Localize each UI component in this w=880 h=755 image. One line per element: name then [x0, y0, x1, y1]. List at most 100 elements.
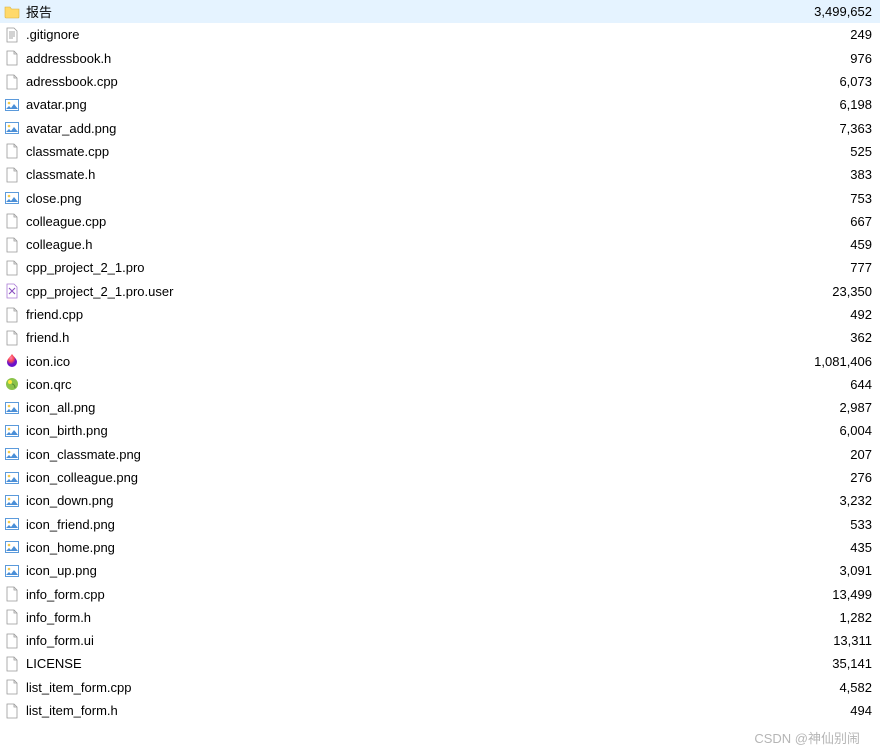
- generic-file-icon: [4, 307, 20, 323]
- file-size: 13,311: [786, 633, 876, 648]
- file-size: 276: [786, 470, 876, 485]
- file-size: 777: [786, 260, 876, 275]
- file-row[interactable]: info_form.h1,282: [0, 606, 880, 629]
- file-size: 6,004: [786, 423, 876, 438]
- file-row[interactable]: icon_colleague.png276: [0, 466, 880, 489]
- file-row[interactable]: icon_all.png2,987: [0, 396, 880, 419]
- file-size: 525: [786, 144, 876, 159]
- file-row[interactable]: info_form.cpp13,499: [0, 582, 880, 605]
- file-row[interactable]: friend.h362: [0, 326, 880, 349]
- generic-file-icon: [4, 679, 20, 695]
- image-file-icon: [4, 400, 20, 416]
- file-size: 3,232: [786, 493, 876, 508]
- generic-file-icon: [4, 74, 20, 90]
- file-size: 976: [786, 51, 876, 66]
- generic-file-icon: [4, 50, 20, 66]
- file-row[interactable]: cpp_project_2_1.pro777: [0, 256, 880, 279]
- watermark-text: CSDN @神仙别闹: [754, 728, 860, 747]
- file-row[interactable]: icon_down.png3,232: [0, 489, 880, 512]
- file-list: 报告3,499,652.gitignore249addressbook.h976…: [0, 0, 880, 722]
- file-row[interactable]: icon_birth.png6,004: [0, 419, 880, 442]
- generic-file-icon: [4, 260, 20, 276]
- file-name: info_form.cpp: [26, 587, 786, 602]
- file-size: 383: [786, 167, 876, 182]
- file-name: friend.h: [26, 330, 786, 345]
- file-row[interactable]: list_item_form.cpp4,582: [0, 676, 880, 699]
- text-file-icon: [4, 27, 20, 43]
- file-name: list_item_form.cpp: [26, 680, 786, 695]
- file-row[interactable]: icon_home.png435: [0, 536, 880, 559]
- file-size: 492: [786, 307, 876, 322]
- generic-file-icon: [4, 143, 20, 159]
- file-name: icon_colleague.png: [26, 470, 786, 485]
- qrc-file-icon: [4, 376, 20, 392]
- ico-file-icon: [4, 353, 20, 369]
- file-row[interactable]: .gitignore249: [0, 23, 880, 46]
- file-name: colleague.h: [26, 237, 786, 252]
- file-name: 报告: [26, 2, 786, 21]
- file-name: cpp_project_2_1.pro.user: [26, 284, 786, 299]
- file-row[interactable]: icon_up.png3,091: [0, 559, 880, 582]
- file-row[interactable]: avatar.png6,198: [0, 93, 880, 116]
- file-name: friend.cpp: [26, 307, 786, 322]
- file-row[interactable]: friend.cpp492: [0, 303, 880, 326]
- file-size: 207: [786, 447, 876, 462]
- image-file-icon: [4, 423, 20, 439]
- generic-file-icon: [4, 586, 20, 602]
- generic-file-icon: [4, 633, 20, 649]
- file-row[interactable]: addressbook.h976: [0, 47, 880, 70]
- file-row[interactable]: list_item_form.h494: [0, 699, 880, 722]
- file-row[interactable]: info_form.ui13,311: [0, 629, 880, 652]
- image-file-icon: [4, 539, 20, 555]
- folder-icon: [4, 4, 20, 20]
- file-size: 494: [786, 703, 876, 718]
- file-row[interactable]: close.png753: [0, 186, 880, 209]
- file-name: icon_friend.png: [26, 517, 786, 532]
- file-name: addressbook.h: [26, 51, 786, 66]
- file-size: 459: [786, 237, 876, 252]
- file-row[interactable]: avatar_add.png7,363: [0, 116, 880, 139]
- file-name: icon_all.png: [26, 400, 786, 415]
- file-row[interactable]: 报告3,499,652: [0, 0, 880, 23]
- file-size: 2,987: [786, 400, 876, 415]
- generic-file-icon: [4, 656, 20, 672]
- file-size: 4,582: [786, 680, 876, 695]
- generic-file-icon: [4, 167, 20, 183]
- file-name: LICENSE: [26, 656, 786, 671]
- file-name: close.png: [26, 191, 786, 206]
- image-file-icon: [4, 563, 20, 579]
- image-file-icon: [4, 446, 20, 462]
- file-name: list_item_form.h: [26, 703, 786, 718]
- image-file-icon: [4, 120, 20, 136]
- file-size: 6,198: [786, 97, 876, 112]
- file-size: 644: [786, 377, 876, 392]
- file-size: 1,282: [786, 610, 876, 625]
- file-row[interactable]: icon_classmate.png207: [0, 443, 880, 466]
- file-size: 249: [786, 27, 876, 42]
- image-file-icon: [4, 97, 20, 113]
- file-row[interactable]: colleague.h459: [0, 233, 880, 256]
- file-row[interactable]: icon_friend.png533: [0, 513, 880, 536]
- file-size: 23,350: [786, 284, 876, 299]
- file-size: 3,499,652: [786, 4, 876, 19]
- file-name: classmate.h: [26, 167, 786, 182]
- file-row[interactable]: classmate.h383: [0, 163, 880, 186]
- file-size: 533: [786, 517, 876, 532]
- file-name: info_form.ui: [26, 633, 786, 648]
- file-row[interactable]: cpp_project_2_1.pro.user23,350: [0, 280, 880, 303]
- file-size: 362: [786, 330, 876, 345]
- generic-file-icon: [4, 213, 20, 229]
- file-row[interactable]: colleague.cpp667: [0, 210, 880, 233]
- file-name: colleague.cpp: [26, 214, 786, 229]
- file-name: icon.qrc: [26, 377, 786, 392]
- file-row[interactable]: icon.ico1,081,406: [0, 349, 880, 372]
- file-name: avatar_add.png: [26, 121, 786, 136]
- generic-file-icon: [4, 703, 20, 719]
- file-row[interactable]: classmate.cpp525: [0, 140, 880, 163]
- file-row[interactable]: adressbook.cpp6,073: [0, 70, 880, 93]
- file-size: 35,141: [786, 656, 876, 671]
- image-file-icon: [4, 190, 20, 206]
- file-row[interactable]: icon.qrc644: [0, 373, 880, 396]
- file-name: cpp_project_2_1.pro: [26, 260, 786, 275]
- file-row[interactable]: LICENSE35,141: [0, 652, 880, 675]
